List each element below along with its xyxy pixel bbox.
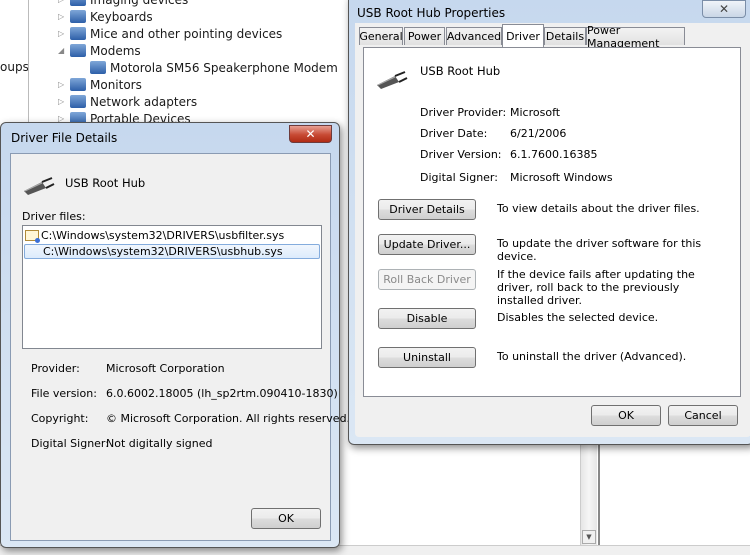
tree-item[interactable]: ▷ Network adapters bbox=[58, 93, 197, 110]
collapsed-arrow-icon[interactable]: ▷ bbox=[58, 29, 68, 38]
update-driver-button[interactable]: Update Driver... bbox=[378, 234, 476, 255]
certificate-icon bbox=[25, 230, 40, 243]
divider bbox=[598, 445, 600, 545]
info-label: Digital Signer: bbox=[31, 437, 109, 450]
tree-item[interactable]: ▷ Imaging devices bbox=[58, 0, 188, 8]
disable-button[interactable]: Disable bbox=[378, 308, 476, 329]
tree-item-label: Monitors bbox=[90, 77, 142, 92]
dialog-body: USB Root Hub Driver files: C:\Windows\sy… bbox=[10, 153, 350, 541]
scroll-down-arrow-icon[interactable]: ▼ bbox=[582, 530, 596, 544]
info-value: Microsoft Corporation bbox=[106, 362, 225, 375]
close-button[interactable]: ✕ bbox=[289, 125, 332, 143]
roll-back-driver-button: Roll Back Driver bbox=[378, 269, 476, 290]
file-path: C:\Windows\system32\DRIVERS\usbfilter.sy… bbox=[41, 229, 285, 242]
ok-button[interactable]: OK bbox=[591, 405, 661, 426]
action-description: To view details about the driver files. bbox=[497, 202, 700, 215]
tab-power[interactable]: Power bbox=[404, 27, 445, 45]
usb-icon bbox=[377, 71, 408, 89]
tab-power-management[interactable]: Power Management bbox=[586, 24, 685, 50]
info-value: 6.1.7600.16385 bbox=[510, 148, 598, 161]
usb-icon bbox=[24, 177, 55, 195]
collapsed-arrow-icon[interactable]: ▷ bbox=[58, 0, 68, 4]
driver-details-button[interactable]: Driver Details bbox=[378, 199, 476, 220]
device-icon bbox=[70, 10, 86, 23]
tree-item-label: Network adapters bbox=[90, 94, 198, 109]
driver-tab-panel: USB Root Hub Driver Provider: Microsoft Dr… bbox=[363, 47, 741, 397]
device-icon bbox=[70, 44, 86, 57]
tree-item-label: Keyboards bbox=[90, 9, 153, 24]
info-label: Copyright: bbox=[31, 412, 89, 425]
tree-item[interactable]: ▷ Mice and other pointing devices bbox=[58, 25, 282, 42]
tree-item-label: Imaging devices bbox=[90, 0, 188, 7]
action-description: To uninstall the driver (Advanced). bbox=[497, 350, 687, 363]
collapsed-arrow-icon[interactable]: ▷ bbox=[58, 80, 68, 89]
tab-details[interactable]: Details bbox=[544, 27, 586, 45]
info-label: File version: bbox=[31, 387, 97, 400]
file-path: C:\Windows\system32\DRIVERS\usbhub.sys bbox=[43, 245, 283, 258]
tree-item[interactable]: ▷ Monitors bbox=[58, 76, 142, 93]
usb-root-hub-properties-window: USB Root Hub Properties ✕ General Power Ad… bbox=[348, 0, 750, 445]
tab-driver[interactable]: Driver bbox=[502, 24, 544, 47]
info-label: Provider: bbox=[31, 362, 80, 375]
device-name: USB Root Hub bbox=[65, 176, 146, 190]
tree-item[interactable]: Motorola SM56 Speakerphone Modem bbox=[88, 59, 338, 76]
tree-item-label: Mice and other pointing devices bbox=[90, 26, 283, 41]
info-value: © Microsoft Corporation. All rights rese… bbox=[106, 412, 351, 425]
device-icon bbox=[70, 78, 86, 91]
dialog-body: General Power Advanced Driver Details Power M… bbox=[355, 23, 750, 437]
device-icon bbox=[70, 27, 86, 40]
collapsed-arrow-icon[interactable]: ▷ bbox=[58, 12, 68, 21]
ok-button[interactable]: OK bbox=[251, 508, 321, 529]
list-item-selected[interactable]: C:\Windows\system32\DRIVERS\usbhub.sys bbox=[24, 244, 320, 259]
action-description: If the device fails after updating the d… bbox=[497, 268, 695, 307]
tree-item[interactable]: ◢ Modems bbox=[58, 42, 141, 59]
window-title: USB Root Hub Properties bbox=[357, 6, 506, 20]
window-title: Driver File Details bbox=[11, 131, 118, 145]
pane-divider bbox=[28, 0, 29, 130]
device-icon bbox=[70, 95, 86, 108]
tab-general[interactable]: General bbox=[359, 27, 403, 45]
tree-item-label: Modems bbox=[90, 43, 141, 58]
uninstall-button[interactable]: Uninstall bbox=[378, 347, 476, 368]
action-description: To update the driver software for this d… bbox=[497, 237, 702, 263]
close-button[interactable]: ✕ bbox=[702, 0, 746, 18]
action-description: Disables the selected device. bbox=[497, 311, 659, 324]
info-label: Digital Signer: bbox=[420, 171, 498, 184]
info-label: Driver Version: bbox=[420, 148, 502, 161]
device-icon bbox=[90, 61, 106, 74]
info-value: Microsoft bbox=[510, 106, 561, 119]
info-value: 6.0.6002.18005 (lh_sp2rtm.090410-1830) bbox=[106, 387, 338, 400]
tree-scrollbar[interactable]: ▼ bbox=[580, 445, 597, 545]
info-value: 6/21/2006 bbox=[510, 127, 567, 140]
info-value: Not digitally signed bbox=[106, 437, 213, 450]
driver-files-label: Driver files: bbox=[22, 210, 86, 223]
device-icon bbox=[70, 0, 86, 6]
info-value: Microsoft Windows bbox=[510, 171, 613, 184]
left-pane-text: oups bbox=[0, 60, 29, 74]
info-label: Driver Date: bbox=[420, 127, 488, 140]
expanded-arrow-icon[interactable]: ◢ bbox=[58, 46, 68, 55]
tree-item[interactable]: ▷ Keyboards bbox=[58, 8, 153, 25]
tree-item-label: Motorola SM56 Speakerphone Modem bbox=[110, 60, 338, 75]
driver-files-list[interactable]: C:\Windows\system32\DRIVERS\usbfilter.sy… bbox=[22, 225, 322, 349]
info-label: Driver Provider: bbox=[420, 106, 507, 119]
list-item[interactable]: C:\Windows\system32\DRIVERS\usbfilter.sy… bbox=[25, 228, 319, 243]
collapsed-arrow-icon[interactable]: ▷ bbox=[58, 97, 68, 106]
tab-advanced[interactable]: Advanced bbox=[446, 27, 502, 45]
driver-file-details-window: Driver File Details ✕ USB Root Hub Drive… bbox=[0, 122, 350, 548]
device-name: USB Root Hub bbox=[420, 64, 501, 78]
cancel-button[interactable]: Cancel bbox=[668, 405, 738, 426]
